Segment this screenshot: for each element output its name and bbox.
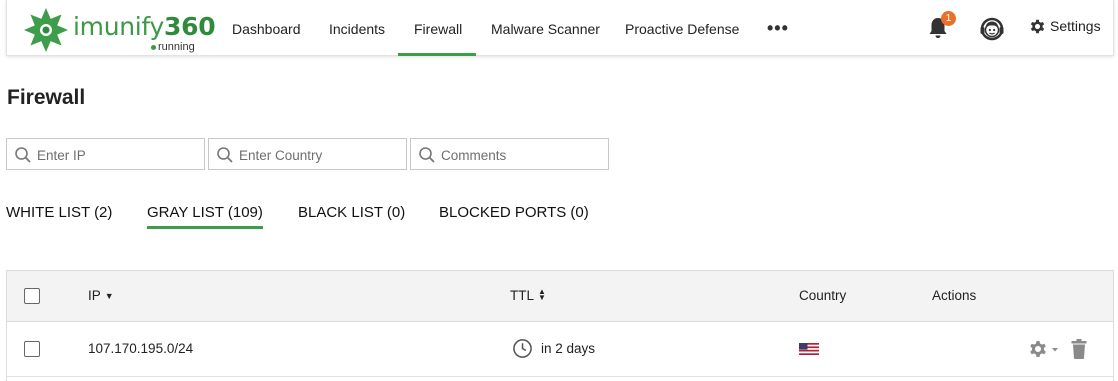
tab-gray-list[interactable]: GRAY LIST (109) xyxy=(147,204,263,229)
nav-incidents[interactable]: Incidents xyxy=(329,0,385,56)
nav-malware-scanner[interactable]: Malware Scanner xyxy=(491,0,600,56)
column-header-ttl[interactable]: TTL ▲ ▼ xyxy=(510,288,546,304)
imunify360-logo[interactable]: imunify360 running xyxy=(21,4,216,53)
sort-desc-icon[interactable]: ▼ xyxy=(105,291,114,301)
notification-badge: 1 xyxy=(941,11,956,26)
search-icon xyxy=(217,147,233,163)
imunify-logo-icon xyxy=(24,8,68,52)
ip-search-input[interactable] xyxy=(37,145,197,165)
column-header-ip[interactable]: IP ▼ xyxy=(88,288,114,303)
nav-more-menu[interactable]: ••• xyxy=(767,18,789,39)
tab-white-list[interactable]: WHITE LIST (2) xyxy=(6,204,112,221)
comments-search-input[interactable] xyxy=(441,145,601,165)
gray-list-table: IP ▼ TTL ▲ ▼ Country Actions 107.170.195.0/… xyxy=(6,270,1114,381)
gear-icon xyxy=(1030,19,1045,34)
status-dot-icon xyxy=(151,44,156,50)
settings-label: Settings xyxy=(1050,18,1101,34)
search-icon xyxy=(419,147,435,163)
row-checkbox[interactable] xyxy=(24,341,40,357)
column-header-actions: Actions xyxy=(932,288,977,303)
row-ttl-value: in 2 days xyxy=(541,341,596,356)
status-label: running xyxy=(158,41,195,53)
country-search-input[interactable] xyxy=(239,145,399,165)
comments-filter xyxy=(410,138,609,170)
top-navbar: imunify360 running Dashboard Incidents F… xyxy=(6,0,1114,56)
table-header: IP ▼ TTL ▲ ▼ Country Actions xyxy=(7,271,1113,322)
nav-proactive-defense[interactable]: Proactive Defense xyxy=(625,0,739,56)
clock-icon xyxy=(513,339,532,358)
select-all-checkbox[interactable] xyxy=(24,288,40,304)
nav-firewall[interactable]: Firewall xyxy=(397,0,477,56)
logo-wordmark: imunify360 xyxy=(73,12,216,41)
tab-black-list[interactable]: BLACK LIST (0) xyxy=(298,204,405,221)
row-settings-gear-icon[interactable] xyxy=(1027,337,1063,361)
sort-both-icon[interactable]: ▲ ▼ xyxy=(538,288,546,302)
us-flag-icon xyxy=(799,343,819,355)
nav-dashboard[interactable]: Dashboard xyxy=(232,0,301,56)
logo-text-bold: 360 xyxy=(164,12,216,41)
status-indicator: running xyxy=(151,41,195,53)
country-filter xyxy=(208,138,407,170)
settings-button[interactable]: Settings xyxy=(1029,18,1101,40)
tab-blocked-ports[interactable]: BLOCKED PORTS (0) xyxy=(439,204,589,221)
delete-trash-icon[interactable] xyxy=(1071,338,1087,360)
ttl-column-label: TTL xyxy=(510,288,535,303)
table-row: 107.170.195.0/24 in 2 days xyxy=(7,322,1113,377)
row-ip-value: 107.170.195.0/24 xyxy=(88,341,194,356)
column-header-country: Country xyxy=(799,288,847,303)
support-agent-icon[interactable] xyxy=(979,16,1005,42)
page-title: Firewall xyxy=(7,86,86,109)
ip-column-label: IP xyxy=(88,288,101,303)
ip-filter xyxy=(6,138,205,170)
logo-text-light: imunify xyxy=(73,12,164,41)
search-icon xyxy=(15,147,31,163)
